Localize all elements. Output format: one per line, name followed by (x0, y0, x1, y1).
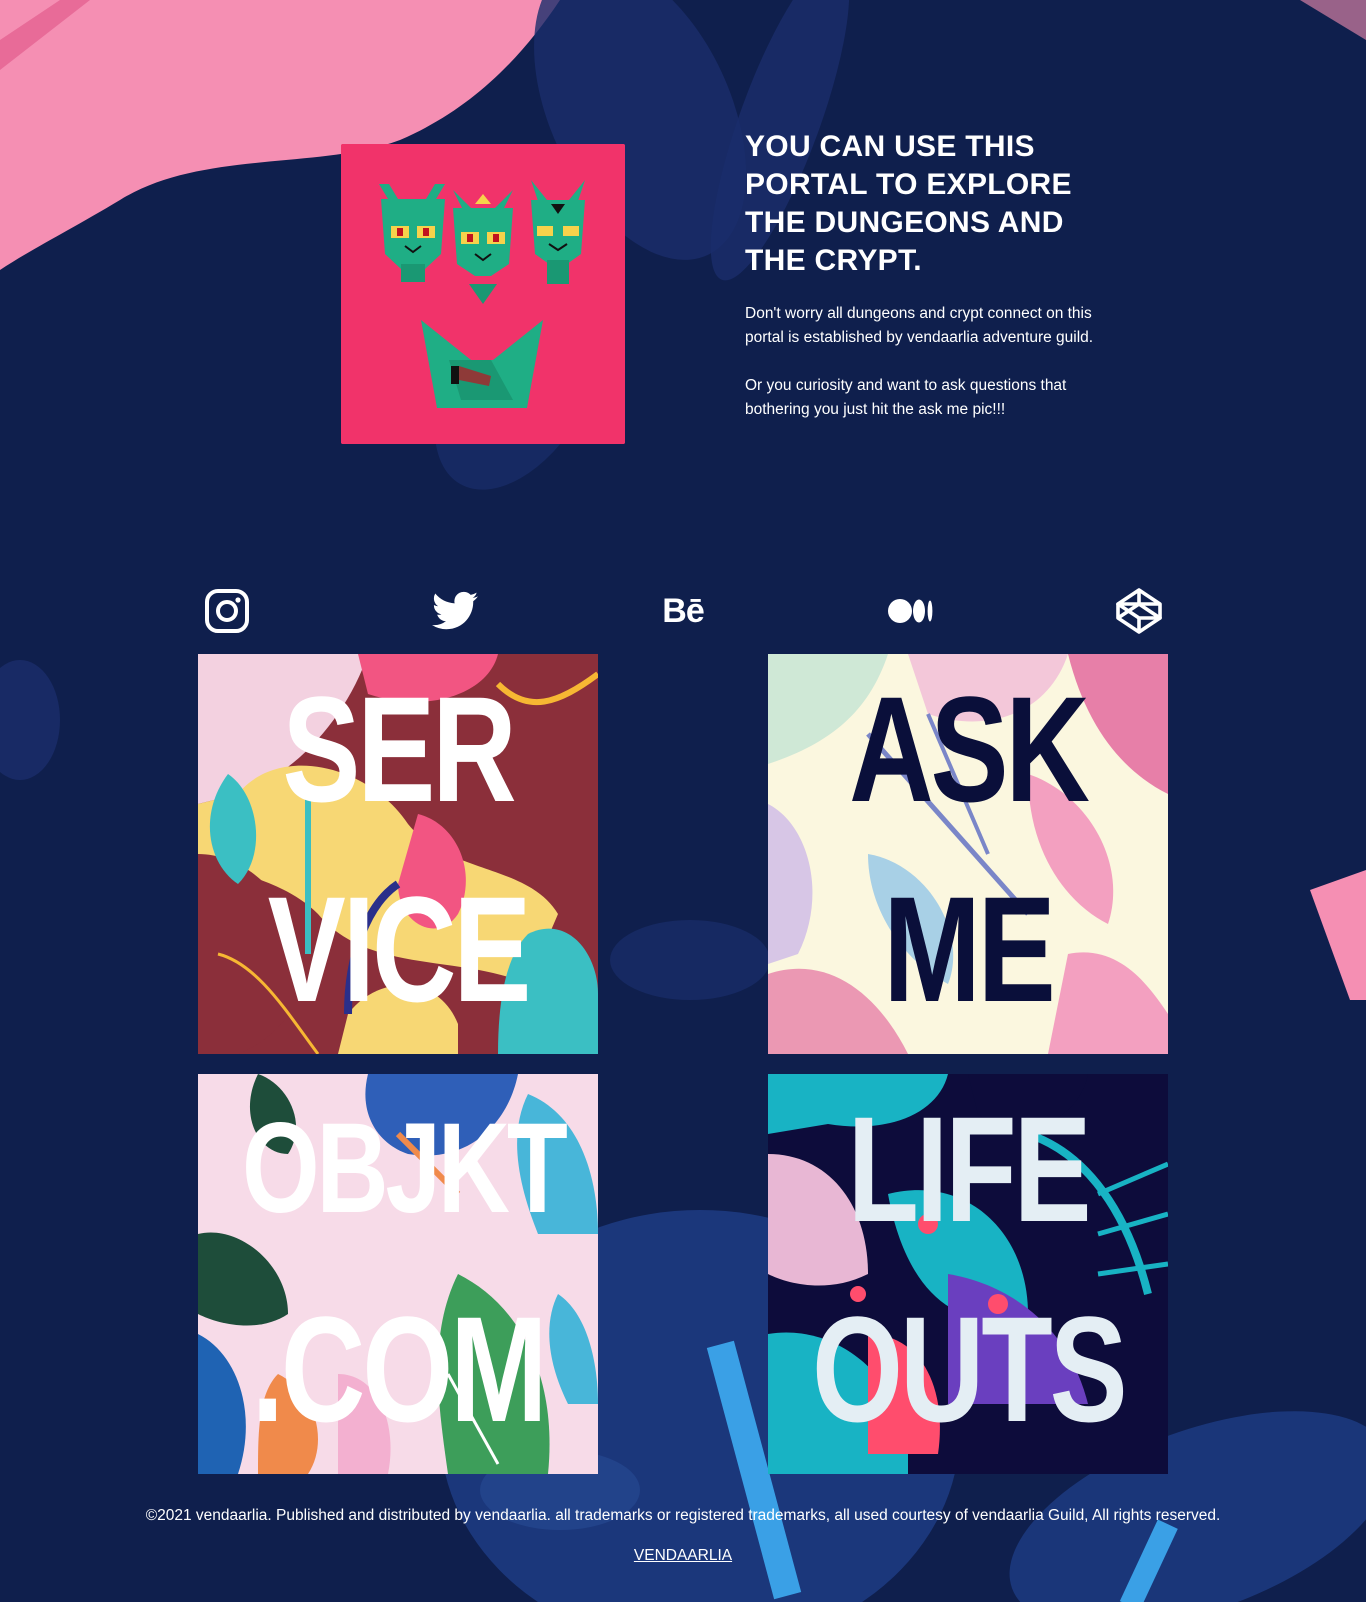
three-cat-heads-illustration (341, 144, 625, 444)
life-outs-tile[interactable]: LIFE OUTS (768, 1074, 1168, 1474)
medium-link[interactable] (886, 586, 936, 636)
tile-word-2: OUTS (812, 1285, 1128, 1453)
tile-word-2: VICE (267, 865, 532, 1033)
tile-word-1: OBJKT (242, 1097, 568, 1240)
hero-title: YOU CAN USE THIS PORTAL TO EXPLORE THE D… (745, 130, 1072, 277)
twitter-icon (432, 591, 478, 630)
hero-image (341, 144, 625, 444)
footer-link[interactable]: VENDAARLIA (634, 1547, 732, 1564)
footer-copyright: ©2021 vendaarlia. Published and distribu… (145, 1507, 1221, 1524)
tile-word-1: ASK (849, 665, 1090, 833)
objkt-tile[interactable]: OBJKT .COM (198, 1074, 598, 1474)
twitter-link[interactable] (430, 586, 480, 636)
footer-link-container: VENDAARLIA (0, 1546, 1366, 1566)
tile-word-1: SER (282, 665, 516, 833)
codepen-icon (1116, 588, 1162, 634)
codepen-link[interactable] (1114, 586, 1164, 636)
service-tile[interactable]: SER VICE (198, 654, 598, 1054)
instagram-icon (205, 589, 249, 633)
tile-word-2: ME (883, 865, 1055, 1033)
social-links: Bē (0, 586, 1366, 636)
behance-icon: Bē (662, 592, 704, 630)
medium-icon (888, 599, 933, 623)
hero-text: YOU CAN USE THIS PORTAL TO EXPLORE THE D… (745, 128, 1105, 446)
tile-word-1: LIFE (847, 1085, 1091, 1253)
ask-me-tile[interactable]: ASK ME (768, 654, 1168, 1054)
behance-link[interactable]: Bē (658, 586, 708, 636)
hero-paragraph-2: Or you curiosity and want to ask questio… (745, 377, 1067, 418)
hero-paragraph-1: Don't worry all dungeons and crypt conne… (745, 305, 1094, 346)
tile-word-2: .COM (251, 1285, 547, 1453)
instagram-link[interactable] (202, 586, 252, 636)
